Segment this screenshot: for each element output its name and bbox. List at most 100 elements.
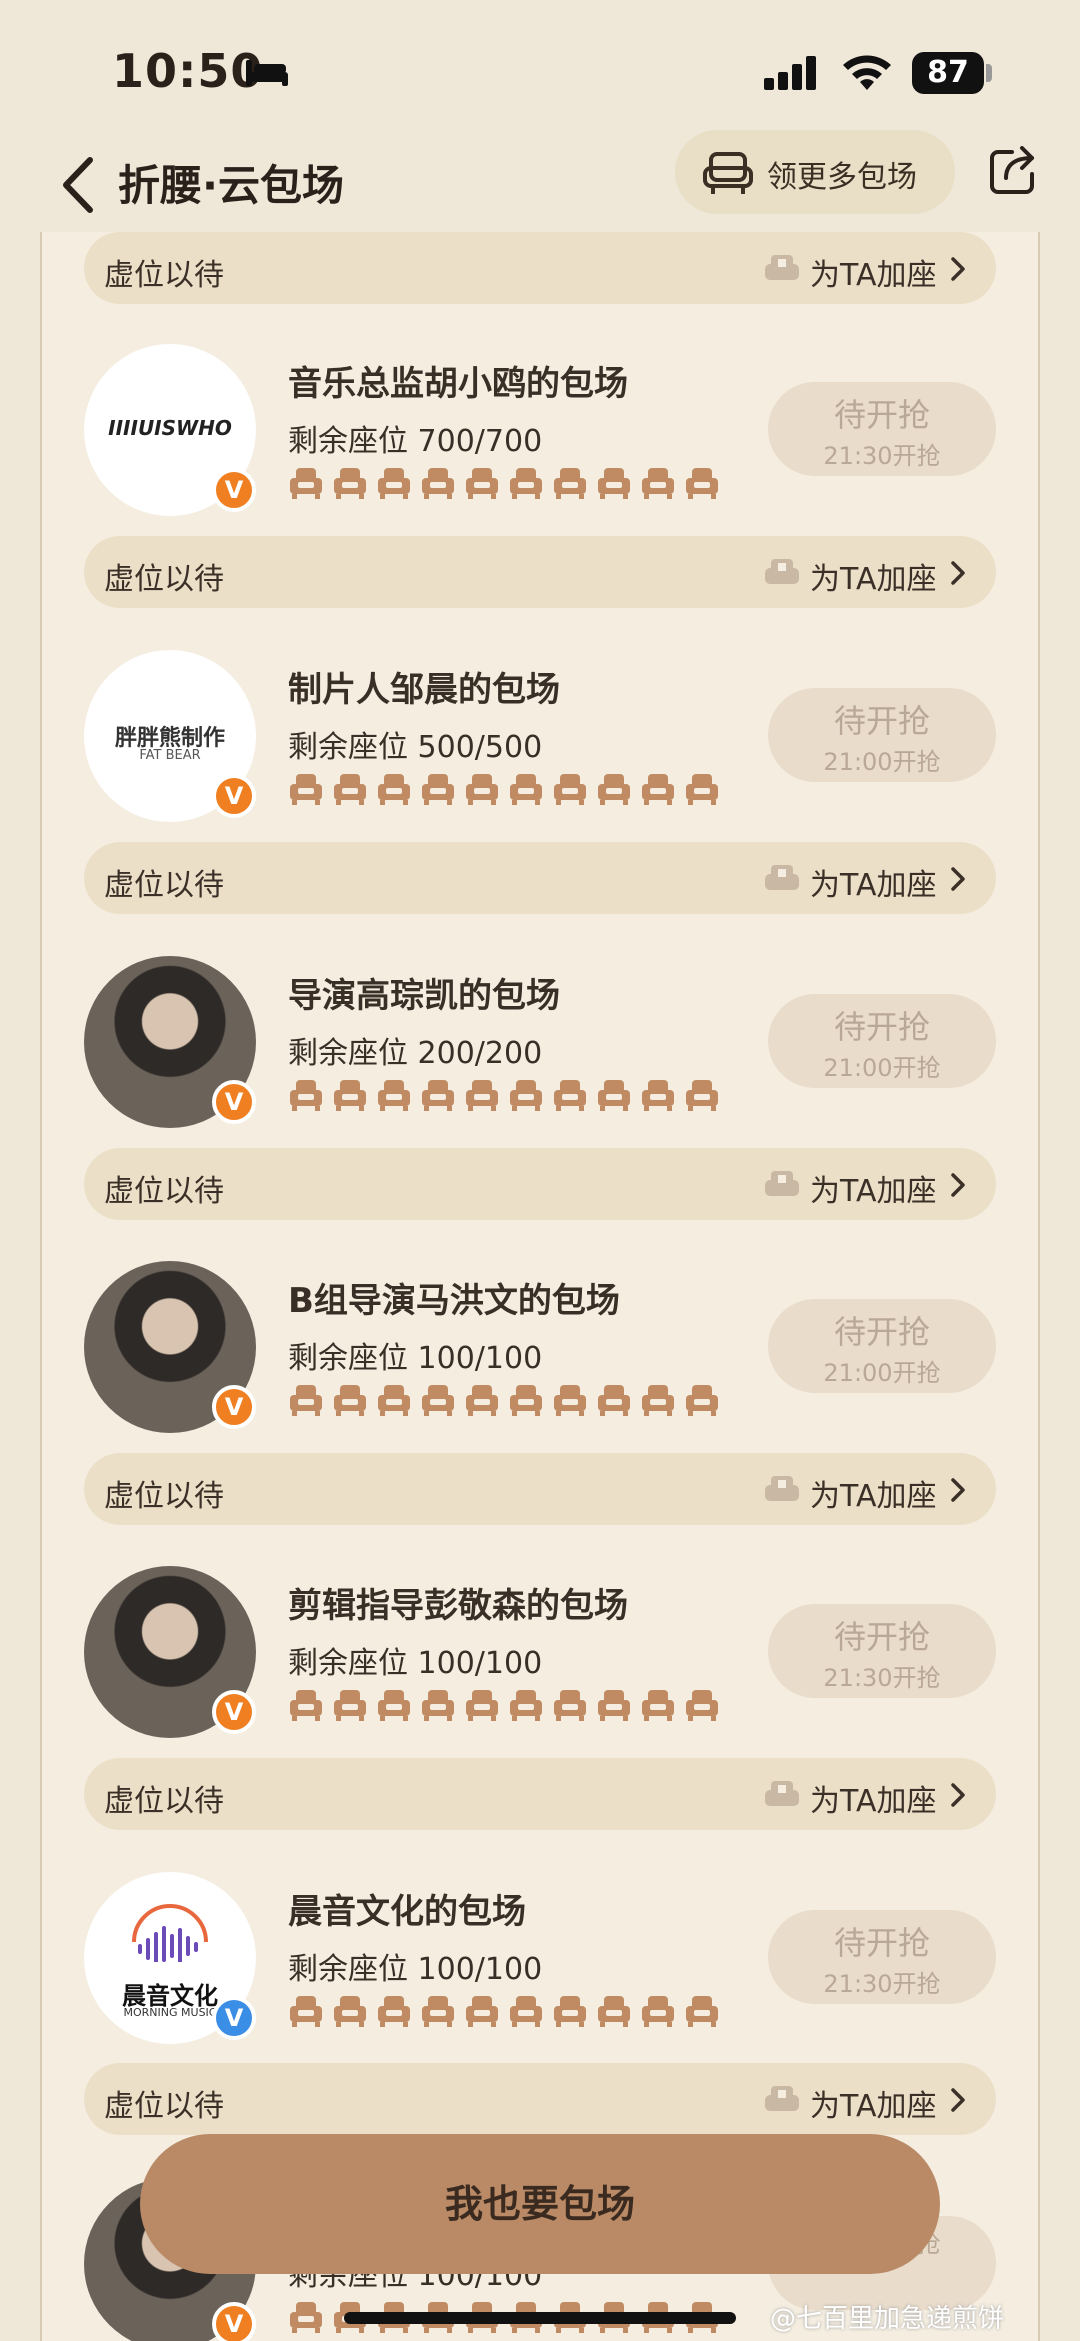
- queue-label: 虚位以待: [104, 1479, 224, 1514]
- seat-icon: [420, 1076, 456, 1116]
- create-screening-button[interactable]: 我也要包场: [140, 2134, 940, 2274]
- seat-icon: [596, 1992, 632, 2032]
- seat-icon: [420, 464, 456, 504]
- seat-icon: [640, 1076, 676, 1116]
- add-seat-link[interactable]: 为TA加座: [810, 860, 937, 904]
- back-arrow-icon[interactable]: [56, 150, 106, 220]
- seat-icon: [552, 1992, 588, 2032]
- page-title: 折腰·云包场: [118, 161, 344, 210]
- seat-row: [288, 1992, 720, 2032]
- seat-icon: [376, 770, 412, 810]
- seat-icon: [420, 770, 456, 810]
- remaining-seats: 剩余座位 500/500: [288, 730, 543, 765]
- seat-row: [288, 770, 720, 810]
- grab-status-label: 待开抢: [833, 396, 930, 434]
- screening-title: 音乐总监胡小鸥的包场: [288, 364, 628, 404]
- chevron-right-icon: [951, 257, 965, 281]
- chevron-right-icon: [951, 561, 965, 585]
- seat-icon: [596, 1076, 632, 1116]
- seat-icon: [640, 1686, 676, 1726]
- queue-bar[interactable]: 虚位以待 为TA加座: [84, 232, 996, 304]
- screening-title: 导演高琮凯的包场: [288, 976, 560, 1016]
- seat-icon: [464, 1686, 500, 1726]
- seat-icon: [464, 464, 500, 504]
- battery-indicator: 87: [912, 52, 984, 94]
- add-seat-link[interactable]: 为TA加座: [810, 250, 937, 294]
- seat-icon: [596, 770, 632, 810]
- screening-title: B组导演马洪文的包场: [288, 1281, 620, 1321]
- seat-icon: [464, 770, 500, 810]
- seat-icon: [765, 559, 799, 584]
- queue-label: 虚位以待: [104, 868, 224, 903]
- wifi-icon: [843, 55, 891, 90]
- verified-badge-icon: V: [212, 1690, 256, 1734]
- seat-icon: [640, 464, 676, 504]
- seat-icon: [332, 1992, 368, 2032]
- avatar-logo-sub: FAT BEAR: [139, 748, 201, 763]
- chevron-right-icon: [951, 1478, 965, 1502]
- queue-bar[interactable]: 虚位以待 为TA加座: [84, 1148, 996, 1220]
- home-indicator: [344, 2312, 736, 2324]
- add-seat-link[interactable]: 为TA加座: [810, 1776, 937, 1820]
- seat-icon: [684, 1686, 720, 1726]
- screening-title: 制片人邹晨的包场: [288, 670, 560, 710]
- grab-status-label: 待开抢: [833, 1924, 930, 1962]
- share-icon[interactable]: [988, 146, 1038, 196]
- add-seat-link[interactable]: 为TA加座: [810, 554, 937, 598]
- seat-icon: [464, 1992, 500, 2032]
- seat-icon: [684, 464, 720, 504]
- grab-time-label: 21:30开抢: [823, 442, 941, 470]
- seat-icon: [765, 2086, 799, 2111]
- grab-time-label: 21:00开抢: [823, 748, 941, 776]
- seat-icon: [288, 1686, 324, 1726]
- seat-icon: [596, 1381, 632, 1421]
- seat-icon: [596, 1686, 632, 1726]
- seat-icon: [288, 2298, 324, 2338]
- seat-icon: [640, 770, 676, 810]
- queue-bar[interactable]: 虚位以待 为TA加座: [84, 1453, 996, 1525]
- remaining-seats: 剩余座位 100/100: [288, 1646, 543, 1681]
- queue-bar[interactable]: 虚位以待 为TA加座: [84, 2063, 996, 2135]
- queue-bar[interactable]: 虚位以待 为TA加座: [84, 842, 996, 914]
- grab-status-button[interactable]: 待开抢 21:30开抢: [768, 382, 996, 476]
- seat-icon: [552, 1381, 588, 1421]
- queue-bar[interactable]: 虚位以待 为TA加座: [84, 536, 996, 608]
- seat-icon: [464, 1381, 500, 1421]
- seat-icon: [765, 1476, 799, 1501]
- queue-label: 虚位以待: [104, 562, 224, 597]
- queue-label: 虚位以待: [104, 1174, 224, 1209]
- status-time: 10:50: [112, 44, 264, 98]
- seat-icon: [508, 1076, 544, 1116]
- seat-icon: [765, 255, 799, 280]
- grab-status-button[interactable]: 待开抢 21:00开抢: [768, 994, 996, 1088]
- queue-bar[interactable]: 虚位以待 为TA加座: [84, 1758, 996, 1830]
- verified-badge-icon: V: [212, 774, 256, 818]
- seat-icon: [332, 1686, 368, 1726]
- add-seat-link[interactable]: 为TA加座: [810, 1166, 937, 1210]
- chevron-right-icon: [951, 867, 965, 891]
- seat-icon: [420, 1686, 456, 1726]
- add-seat-link[interactable]: 为TA加座: [810, 2081, 937, 2125]
- seat-icon: [464, 1076, 500, 1116]
- grab-status-label: 待开抢: [833, 1313, 930, 1351]
- seat-icon: [332, 770, 368, 810]
- chevron-right-icon: [951, 1173, 965, 1197]
- remaining-seats: 剩余座位 100/100: [288, 1952, 543, 1987]
- seat-icon: [376, 464, 412, 504]
- grab-status-button[interactable]: 待开抢 21:00开抢: [768, 688, 996, 782]
- seat-icon: [640, 1992, 676, 2032]
- seat-row: [288, 464, 720, 504]
- verified-badge-icon: V: [212, 1080, 256, 1124]
- grab-status-button[interactable]: 待开抢 21:00开抢: [768, 1299, 996, 1393]
- grab-status-label: 待开抢: [833, 1008, 930, 1046]
- seat-icon: [332, 1076, 368, 1116]
- grab-status-button[interactable]: 待开抢 21:30开抢: [768, 1604, 996, 1698]
- seat-icon: [552, 770, 588, 810]
- seat-icon: [332, 1381, 368, 1421]
- remaining-seats: 剩余座位 700/700: [288, 424, 543, 459]
- seat-icon: [376, 1076, 412, 1116]
- watermark: @七百里加急递煎饼: [770, 2304, 1005, 2334]
- more-screenings-button[interactable]: 领更多包场: [675, 130, 955, 214]
- add-seat-link[interactable]: 为TA加座: [810, 1471, 937, 1515]
- grab-status-button[interactable]: 待开抢 21:30开抢: [768, 1910, 996, 2004]
